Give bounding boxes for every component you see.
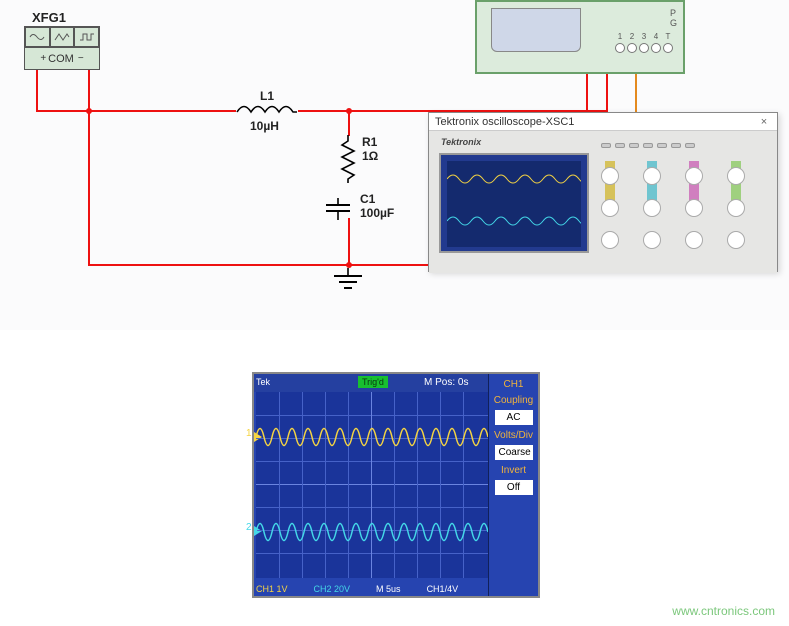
wave-sine-icon	[25, 27, 50, 47]
scope-mini-screen	[491, 8, 581, 52]
foot-ch2: CH2 20V	[314, 584, 351, 594]
port-1[interactable]	[615, 43, 625, 53]
scope-brand: Tektronix	[441, 137, 481, 147]
inductor-l1[interactable]: L1 10µH	[236, 105, 298, 124]
scope-button[interactable]	[657, 143, 667, 148]
popup-title-text: Tektronix oscilloscope-XSC1	[435, 116, 574, 128]
scope-button[interactable]	[671, 143, 681, 148]
port-t[interactable]	[663, 43, 673, 53]
knob[interactable]	[685, 199, 703, 217]
knob[interactable]	[643, 231, 661, 249]
wave-square-icon	[74, 27, 99, 47]
knob[interactable]	[601, 167, 619, 185]
port-2[interactable]	[627, 43, 637, 53]
wire	[36, 110, 236, 112]
r1-value: 1Ω	[362, 149, 378, 163]
function-gen-label: XFG1	[32, 10, 66, 25]
scope-button[interactable]	[629, 143, 639, 148]
tek-label: Tek	[256, 377, 270, 387]
scope-face: Tektronix	[429, 131, 777, 273]
invert-off-button[interactable]: Off	[495, 480, 533, 495]
l1-value: 10µH	[250, 119, 279, 133]
wire	[88, 70, 90, 266]
ground-icon	[330, 268, 366, 299]
knob[interactable]	[601, 231, 619, 249]
scope-button[interactable]	[685, 143, 695, 148]
knob[interactable]	[727, 167, 745, 185]
foot-trigger: CH1/4V	[427, 584, 459, 594]
minus-icon: −	[78, 53, 84, 64]
knob[interactable]	[685, 231, 703, 249]
wire	[586, 74, 588, 112]
node	[86, 108, 92, 114]
wire	[298, 110, 348, 112]
voltsdiv-coarse-button[interactable]: Coarse	[495, 445, 533, 460]
capacitor-c1[interactable]: C1 100µF	[320, 198, 356, 225]
watermark: www.cntronics.com	[672, 604, 775, 618]
knob[interactable]	[727, 199, 745, 217]
scope-screen	[439, 153, 589, 253]
knob[interactable]	[643, 167, 661, 185]
resistor-r1[interactable]: R1 1Ω	[338, 135, 358, 188]
function-generator[interactable]: + COM −	[24, 26, 100, 70]
side-voltsdiv: Volts/Div	[489, 430, 538, 441]
close-icon[interactable]: ×	[757, 115, 771, 129]
scope-side-menu: CH1 Coupling AC Volts/Div Coarse Invert …	[488, 374, 538, 596]
scope-ports: 1 2 3 4 T	[615, 32, 673, 53]
knob[interactable]	[685, 167, 703, 185]
wire	[606, 74, 608, 112]
c1-ref: C1	[360, 192, 375, 206]
scope-pg-label: PG	[670, 8, 677, 28]
r1-ref: R1	[362, 135, 377, 149]
side-coupling: Coupling	[489, 395, 538, 406]
com-label: COM	[48, 53, 74, 65]
schematic-canvas: XFG1 + COM − PG 1 2 3 4 T	[0, 0, 789, 330]
wire	[88, 264, 433, 266]
c1-value: 100µF	[360, 206, 394, 220]
port-3[interactable]	[639, 43, 649, 53]
wire	[36, 70, 38, 110]
wave-tri-icon	[50, 27, 75, 47]
scope-footer: CH1 1V CH2 20V M 5us CH1/4V	[256, 584, 458, 594]
scope-button[interactable]	[601, 143, 611, 148]
scope-screenshot: Tek Trig'd M Pos: 0s 1 2 CH1 Coupling AC	[252, 372, 540, 598]
oscilloscope-block[interactable]: PG 1 2 3 4 T	[475, 0, 685, 74]
foot-ch1: CH1 1V	[256, 584, 288, 594]
waveform-grid: 1 2	[256, 392, 490, 578]
coupling-ac-button[interactable]: AC	[495, 410, 533, 425]
knob[interactable]	[643, 199, 661, 217]
side-ch: CH1	[489, 379, 538, 390]
ch2-marker-num: 2	[246, 522, 252, 533]
side-invert: Invert	[489, 465, 538, 476]
node	[346, 108, 352, 114]
scope-button[interactable]	[643, 143, 653, 148]
foot-timebase: M 5us	[376, 584, 401, 594]
knob[interactable]	[601, 199, 619, 217]
scope-button[interactable]	[615, 143, 625, 148]
port-4[interactable]	[651, 43, 661, 53]
xfg-com-row: + COM −	[25, 47, 99, 69]
m-pos: M Pos: 0s	[424, 377, 468, 388]
oscilloscope-popup[interactable]: Tektronix oscilloscope-XSC1 × Tektronix	[428, 112, 778, 272]
l1-ref: L1	[260, 89, 274, 103]
scope-controls	[599, 137, 771, 267]
plus-icon: +	[40, 53, 46, 64]
trig-status: Trig'd	[358, 376, 388, 388]
popup-titlebar[interactable]: Tektronix oscilloscope-XSC1 ×	[429, 113, 777, 131]
knob[interactable]	[727, 231, 745, 249]
ch1-marker-num: 1	[246, 428, 252, 439]
